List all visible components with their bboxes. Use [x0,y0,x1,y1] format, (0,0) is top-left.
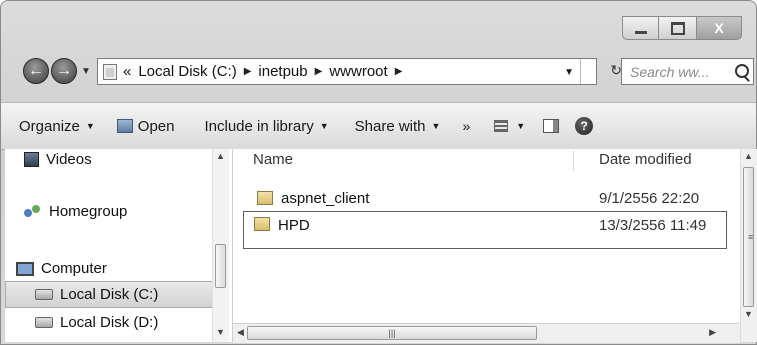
open-icon [116,119,133,133]
search-placeholder: Search ww... [630,63,710,80]
caption-buttons: X [622,16,742,40]
scrollbar-thumb[interactable]: ||| [247,326,537,340]
scroll-down-icon[interactable]: ▼ [216,327,225,337]
search-input[interactable]: Search ww... [621,58,754,85]
breadcrumb-separator-icon[interactable]: ▶ [395,66,403,77]
back-arrow-icon: ← [28,62,44,79]
maximize-button[interactable] [658,16,696,40]
navigation-scrollbar[interactable]: ▲ ▼ [212,149,229,342]
more-commands-button[interactable]: » [462,118,470,134]
address-row: ← → ▼ « Local Disk (C:) ▶ inetpub ▶ wwwr… [19,56,754,88]
nav-item-label: Computer [41,260,107,277]
organize-button[interactable]: Organize ▼ [19,118,95,135]
address-history-dropdown[interactable]: ▼ [564,67,574,78]
disk-icon [35,289,53,300]
nav-item-homegroup[interactable]: Homegroup [24,203,127,220]
minimize-icon [634,30,647,34]
column-header-date-modified[interactable]: Date modified [599,151,692,168]
grip-icon: ≡ [748,232,754,242]
maximize-icon [670,21,685,35]
nav-item-label: Local Disk (D:) [60,314,159,331]
open-button[interactable]: Open [116,117,175,135]
search-icon[interactable] [735,64,749,78]
disk-icon [35,317,53,328]
file-row-hpd[interactable]: HPD 13/3/2556 11:49 [243,211,727,249]
address-divider [580,59,581,84]
nav-item-computer[interactable]: Computer [16,260,107,277]
nav-item-label: Local Disk (C:) [60,286,159,303]
file-name: aspnet_client [281,189,370,207]
view-options-dropdown[interactable]: ▼ [516,121,525,131]
command-bar: Organize ▼ Open Include in library ▼ Sha… [1,102,756,150]
column-header-row: Name Date modified [233,149,740,173]
breadcrumb-overflow[interactable]: « [123,63,131,80]
scroll-up-icon[interactable]: ▲ [216,151,225,161]
scroll-left-icon[interactable]: ◀ [237,327,244,338]
organize-label: Organize [19,117,80,135]
scrollbar-thumb[interactable]: ≡ [743,167,754,307]
explorer-window: X ← → ▼ « Local Disk (C:) ▶ inetpub ▶ ww… [0,0,757,345]
file-list-vertical-scrollbar[interactable]: ▲ ≡ ▼ [740,149,757,342]
homegroup-icon [24,204,42,219]
breadcrumb-separator-icon[interactable]: ▶ [315,66,323,77]
breadcrumb-inetpub[interactable]: inetpub [258,63,307,80]
include-in-library-button[interactable]: Include in library ▼ [205,118,329,135]
computer-icon [16,261,34,276]
forward-arrow-icon: → [56,62,72,79]
file-list: Name Date modified aspnet_client 9/1/255… [233,149,740,323]
scrollbar-thumb[interactable] [215,244,226,288]
folder-icon [254,217,270,231]
nav-item-label: Videos [46,151,92,168]
nav-item-videos[interactable]: Videos [24,151,92,168]
file-row-aspnet-client[interactable]: aspnet_client 9/1/2556 22:20 [247,185,727,211]
videos-icon [24,152,39,167]
scroll-up-icon[interactable]: ▲ [744,151,753,161]
close-icon: X [714,20,724,36]
navigation-pane: Videos Homegroup Computer Local Disk (C:… [5,149,233,342]
file-name: HPD [278,217,310,234]
chevron-down-icon: ▼ [85,121,95,131]
breadcrumb-local-disk-c[interactable]: Local Disk (C:) [138,63,236,80]
chevron-down-icon: ▼ [319,121,329,131]
breadcrumb-wwwroot[interactable]: wwwroot [329,63,387,80]
scroll-right-icon[interactable]: ▶ [709,327,716,338]
file-date-modified: 9/1/2556 22:20 [599,189,700,207]
recent-pages-dropdown[interactable]: ▼ [81,66,91,77]
nav-item-label: Homegroup [49,203,128,220]
address-bar[interactable]: « Local Disk (C:) ▶ inetpub ▶ wwwroot ▶ … [97,58,622,85]
share-with-button[interactable]: Share with ▼ [355,118,441,135]
include-in-library-label: Include in library [204,117,314,135]
preview-pane-icon[interactable] [543,119,560,133]
forward-button[interactable]: → [51,58,77,84]
help-icon[interactable]: ? [575,117,594,135]
nav-item-local-disk-d[interactable]: Local Disk (D:) [35,314,158,331]
column-header-name[interactable]: Name [253,151,293,168]
file-list-horizontal-scrollbar[interactable]: ◀ ||| ▶ [233,323,740,343]
minimize-button[interactable] [622,16,658,40]
column-divider[interactable] [573,151,574,171]
open-label: Open [137,117,175,135]
breadcrumb-separator-icon[interactable]: ▶ [244,66,252,77]
back-button[interactable]: ← [23,58,49,84]
scroll-down-icon[interactable]: ▼ [744,309,753,319]
folder-icon [257,191,273,205]
share-with-label: Share with [354,117,426,135]
nav-item-local-disk-c[interactable]: Local Disk (C:) [35,286,158,303]
close-button[interactable]: X [696,16,742,40]
folder-location-icon [103,63,117,80]
chevron-down-icon: ▼ [431,121,441,131]
change-view-icon[interactable] [494,120,509,132]
file-date-modified: 13/3/2556 11:49 [599,217,707,234]
